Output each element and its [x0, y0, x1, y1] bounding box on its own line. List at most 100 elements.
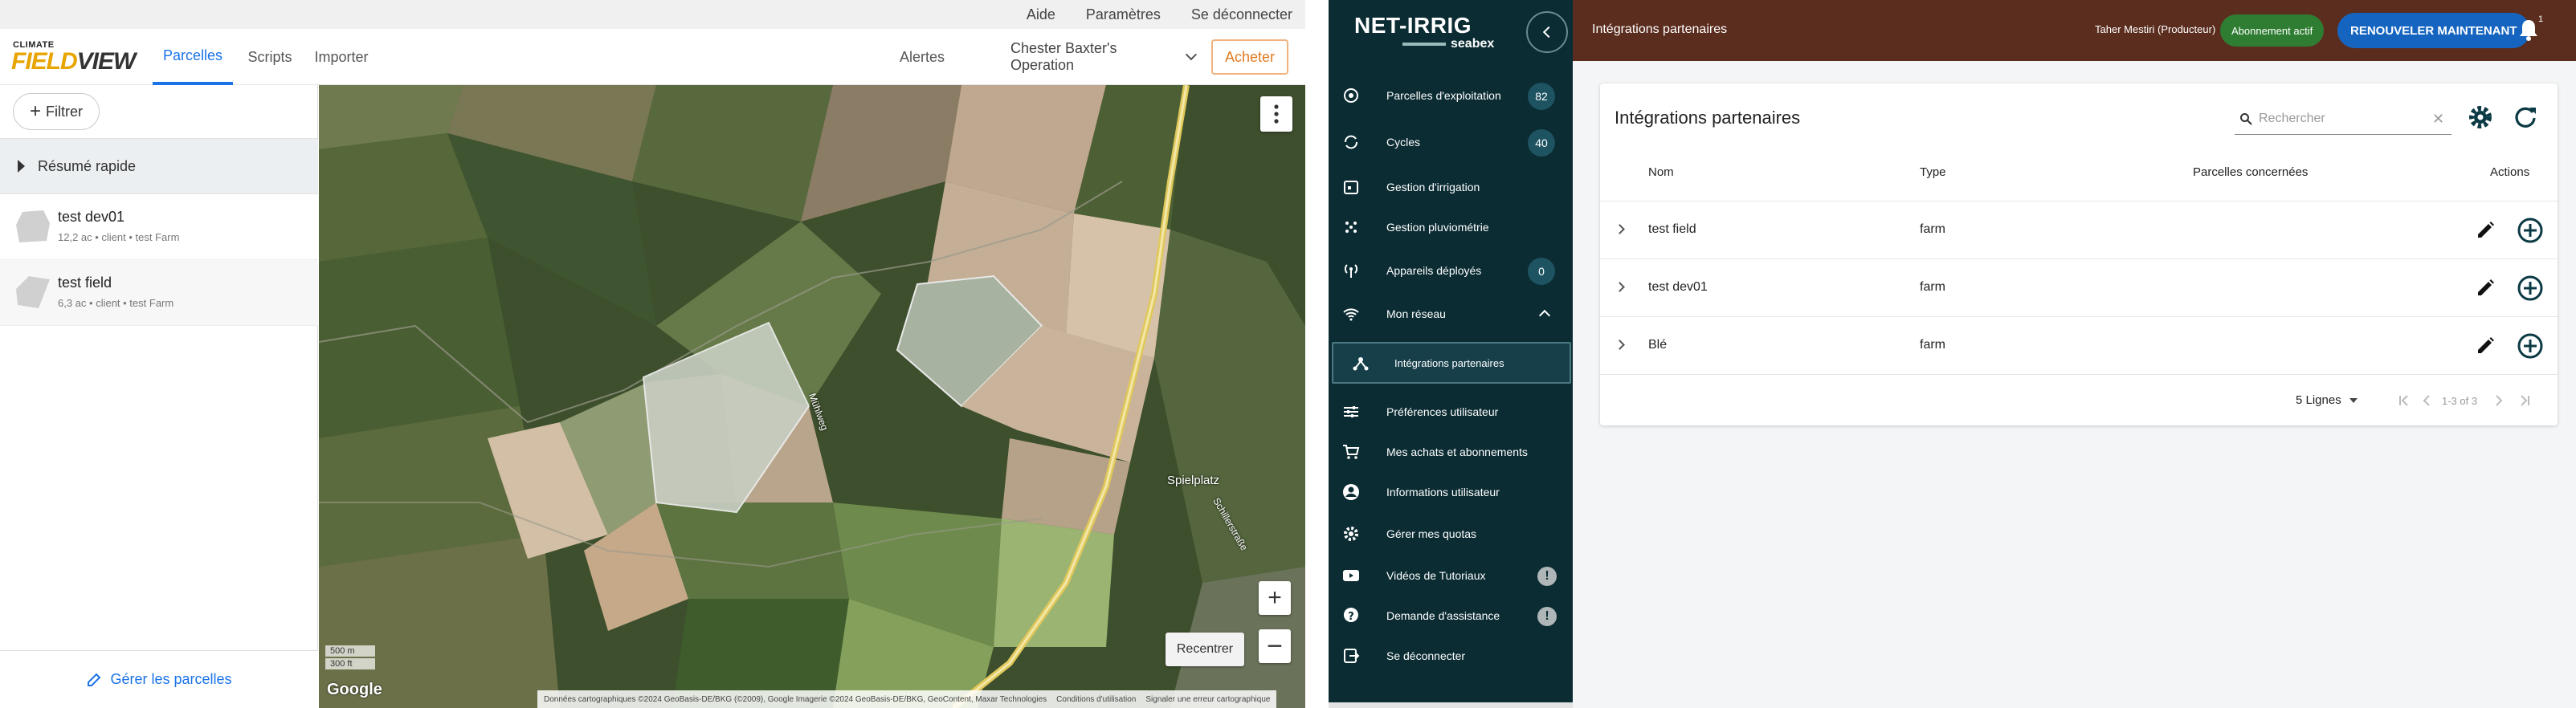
add-circle-icon[interactable] — [2516, 216, 2545, 245]
triangle-right-icon — [18, 160, 25, 173]
card-title: Intégrations partenaires — [1615, 108, 1801, 128]
column-header-type[interactable]: Type — [1920, 165, 1946, 179]
sidebar-item-pluviometrie[interactable]: Gestion pluviométrie — [1329, 207, 1573, 247]
filter-label: Filtrer — [46, 103, 83, 120]
terms-link[interactable]: Conditions d'utilisation — [1056, 695, 1136, 704]
tab-importer[interactable]: Importer — [313, 29, 369, 85]
quick-summary-toggle[interactable]: Résumé rapide — [0, 138, 318, 194]
sidebar-item-mon-reseau[interactable]: Mon réseau — [1329, 294, 1573, 334]
field-name: test dev01 — [58, 209, 125, 225]
logout-icon — [1344, 649, 1360, 663]
map-scale: 500 m 300 ft — [325, 645, 375, 671]
next-page-icon[interactable] — [2490, 392, 2508, 409]
chevron-right-icon[interactable] — [1615, 282, 1625, 292]
logout-link[interactable]: Se déconnecter — [1191, 6, 1292, 23]
column-header-nom[interactable]: Nom — [1648, 165, 1674, 179]
first-page-icon[interactable] — [2395, 392, 2413, 409]
count-badge: 82 — [1528, 83, 1555, 110]
count-badge: 0 — [1528, 258, 1555, 285]
sidebar-item-preferences[interactable]: Préférences utilisateur — [1329, 392, 1573, 432]
sidebar-item-label: Gérer mes quotas — [1386, 527, 1477, 540]
logo-seabex: seabex — [1402, 37, 1494, 51]
chevron-right-icon[interactable] — [1615, 340, 1625, 350]
rows-per-page-select[interactable]: 5 Lignes — [2296, 393, 2358, 407]
operation-selector[interactable]: Chester Baxter's Operation — [1010, 29, 1198, 85]
utility-bar: Aide Paramètres Se déconnecter — [0, 0, 1305, 29]
edit-icon[interactable] — [2474, 277, 2496, 299]
video-icon — [1343, 570, 1359, 581]
logo-view-part: VIEW — [76, 48, 137, 75]
sidebar-item-label: Appareils déployés — [1386, 264, 1482, 277]
cart-icon — [1343, 445, 1360, 459]
report-error-link[interactable]: Signaler une erreur cartographique — [1145, 695, 1270, 704]
scale-meters: 500 m — [325, 645, 375, 657]
sidebar-item-irrigation[interactable]: Gestion d'irrigation — [1329, 167, 1573, 207]
satellite-map[interactable]: Spielplatz Schillerstraße Mühlweg + − Re… — [319, 85, 1305, 708]
tab-parcelles[interactable]: Parcelles — [153, 29, 233, 85]
table-row[interactable]: test dev01 farm — [1600, 258, 2558, 316]
alert-icon: ! — [1537, 607, 1557, 626]
fieldview-logo[interactable]: CLIMATE FIELDVIEW — [11, 40, 140, 75]
pencil-icon — [88, 673, 101, 686]
sidebar-item-achats[interactable]: Mes achats et abonnements — [1329, 432, 1573, 472]
row-nom: test field — [1648, 222, 1696, 236]
row-nom: Blé — [1648, 338, 1668, 352]
plus-icon: + — [29, 100, 41, 122]
zoom-out-button[interactable]: − — [1259, 629, 1291, 663]
sidebar-item-videos[interactable]: Vidéos de Tutoriaux ! — [1329, 555, 1573, 596]
logo-field-part: FIELD — [11, 48, 78, 75]
gear-icon — [1344, 527, 1358, 541]
table-row[interactable]: test field farm — [1600, 201, 2558, 258]
alerts-link[interactable]: Alertes — [898, 29, 946, 85]
edit-icon[interactable] — [2474, 219, 2496, 242]
chevron-right-icon[interactable] — [1615, 224, 1625, 234]
add-circle-icon[interactable] — [2516, 274, 2545, 303]
zoom-in-button[interactable]: + — [1259, 581, 1291, 615]
column-header-parcelles[interactable]: Parcelles concernées — [2193, 165, 2308, 179]
row-type: farm — [1920, 280, 1945, 294]
manage-fields-button[interactable]: Gérer les parcelles — [0, 650, 318, 708]
field-shape-icon — [16, 276, 50, 308]
sidebar-item-label: Informations utilisateur — [1386, 486, 1500, 498]
sidebar-item-quotas[interactable]: Gérer mes quotas — [1329, 514, 1573, 554]
sidebar-item-informations[interactable]: Informations utilisateur — [1329, 472, 1573, 512]
chevron-left-icon — [1542, 26, 1555, 39]
renew-now-button[interactable]: RENOUVELER MAINTENANT — [2337, 13, 2530, 48]
attribution-text: Données cartographiques ©2024 GeoBasis-D… — [544, 694, 1047, 704]
bell-icon[interactable] — [2517, 18, 2540, 42]
prev-page-icon[interactable] — [2418, 392, 2435, 409]
field-list-item[interactable]: test field 6,3 ac • client • test Farm — [0, 260, 318, 326]
sidebar-item-cycles[interactable]: Cycles 40 — [1329, 122, 1573, 162]
settings-gear-icon[interactable] — [2466, 103, 2495, 132]
settings-link[interactable]: Paramètres — [1086, 6, 1161, 23]
add-circle-icon[interactable] — [2516, 332, 2545, 360]
rain-icon — [1345, 222, 1357, 233]
buy-button[interactable]: Acheter — [1211, 39, 1288, 75]
filter-button[interactable]: + Filtrer — [13, 93, 100, 130]
google-logo: Google — [327, 681, 382, 698]
map-more-button[interactable] — [1260, 96, 1292, 132]
tab-scripts[interactable]: Scripts — [246, 29, 294, 85]
sidebar-item-label: Intégrations partenaires — [1394, 357, 1504, 369]
clear-search-icon[interactable]: ✕ — [2432, 111, 2444, 128]
edit-icon[interactable] — [2474, 335, 2496, 357]
search-input[interactable] — [2259, 108, 2419, 130]
scale-feet: 300 ft — [325, 658, 375, 669]
sidebar-bottom-strip — [1329, 702, 1573, 708]
collapse-sidebar-button[interactable] — [1526, 11, 1568, 53]
sidebar-item-integrations[interactable]: Intégrations partenaires — [1332, 342, 1571, 384]
help-link[interactable]: Aide — [1027, 6, 1055, 23]
sidebar-item-assistance[interactable]: ? Demande d'assistance ! — [1329, 596, 1573, 636]
last-page-icon[interactable] — [2516, 392, 2533, 409]
sidebar-item-parcelles[interactable]: Parcelles d'exploitation 82 — [1329, 75, 1573, 116]
sidebar-item-logout[interactable]: Se déconnecter — [1329, 636, 1573, 676]
recenter-button[interactable]: Recentrer — [1166, 633, 1244, 666]
logo-netirrig: NET-IRRIG — [1354, 13, 1472, 38]
netirrig-logo[interactable]: NET-IRRIG seabex — [1354, 13, 1494, 51]
field-list-item[interactable]: test dev01 12,2 ac • client • test Farm — [0, 194, 318, 260]
map-label-playground: Spielplatz — [1167, 474, 1220, 487]
operation-name: Chester Baxter's Operation — [1010, 40, 1117, 73]
table-row[interactable]: Blé farm — [1600, 316, 2558, 374]
refresh-icon[interactable] — [2511, 103, 2540, 132]
sidebar-item-appareils[interactable]: Appareils déployés 0 — [1329, 250, 1573, 291]
